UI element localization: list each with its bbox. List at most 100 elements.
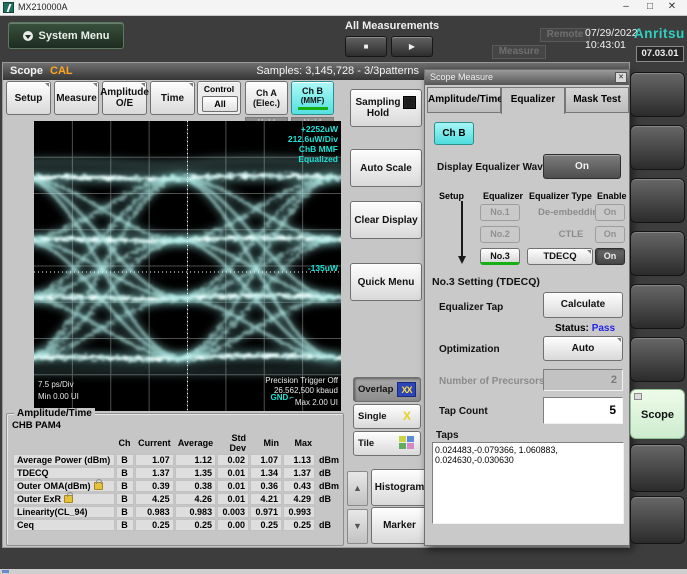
table-row: CeqB 0.250.25 0.000.25 0.25dB <box>13 519 342 531</box>
tab-equalizer[interactable]: Equalizer <box>501 87 565 114</box>
amplitude-time-group-title: Amplitude/Time <box>14 408 95 419</box>
gnd-marker-icon: GND <box>271 393 294 402</box>
scope-app-button[interactable]: Scope <box>630 389 685 439</box>
display-eq-on-button[interactable]: On <box>543 154 621 179</box>
down-arrow-icon: ▼ <box>353 521 362 531</box>
eq-no1-enable-button[interactable]: On <box>595 204 625 221</box>
single-view-button[interactable]: Single X <box>353 404 421 429</box>
header-ch: Ch <box>116 433 134 453</box>
channel-pam4-subtitle: CHB PAM4 <box>12 420 61 431</box>
eq-no3-type-button[interactable]: TDECQ <box>527 248 593 265</box>
precursors-label: Number of Precursors <box>439 376 545 387</box>
optimization-label: Optimization <box>439 344 500 355</box>
measure-indicator: Measure <box>492 45 546 59</box>
ch-b-button[interactable]: Ch B (MMF) <box>291 81 334 115</box>
equalizer-tap-label: Equalizer Tap <box>439 302 503 313</box>
enable-column-header: Enable <box>597 191 627 201</box>
rail-softkey-5[interactable] <box>630 284 685 329</box>
rail-softkey-7[interactable] <box>630 444 685 492</box>
scroll-up-button[interactable]: ▲ <box>347 471 368 506</box>
taps-textarea[interactable]: 0.024483,-0.079366, 1.060883, 0.024630,-… <box>432 442 624 524</box>
system-menu-button[interactable]: System Menu <box>8 22 124 49</box>
rail-softkey-2[interactable] <box>630 125 685 170</box>
stop-icon: ■ <box>364 42 369 51</box>
dialog-close-icon[interactable]: ✕ <box>615 72 627 83</box>
eye-equalized-label: Equalized <box>298 154 338 164</box>
table-row: Linearity(CL_94)B 0.9830.983 0.0030.971 … <box>13 506 342 518</box>
header-min: Min <box>250 433 282 453</box>
table-row: TDECQB 1.371.35 0.011.34 1.37dB <box>13 467 342 479</box>
table-row: Average Power (dBm)B 1.071.12 0.021.07 1… <box>13 454 342 466</box>
measure-button[interactable]: Measure <box>54 81 99 115</box>
eye-mid-level-label: -135uW <box>308 263 338 273</box>
rail-softkey-1[interactable] <box>630 72 685 117</box>
eq-no3-enable-button[interactable]: On <box>595 248 625 265</box>
setup-button[interactable]: Setup <box>6 81 51 115</box>
table-row: Outer OMA(dBm) B 0.390.38 0.010.36 0.43d… <box>13 480 342 492</box>
minimize-button[interactable]: – <box>617 1 635 14</box>
play-icon: ▶ <box>409 42 415 51</box>
scroll-down-button[interactable]: ▼ <box>347 509 368 544</box>
samples-counter: Samples: 3,145,728 - 3/3patterns <box>256 65 419 77</box>
setup-column-header: Setup <box>439 191 464 201</box>
amplitude-time-group: Amplitude/Time CHB PAM4 Ch Current Avera… <box>6 413 344 546</box>
max-ui-label: Max 2.00 UI <box>295 398 338 408</box>
eq-no2-enable-button[interactable]: On <box>595 226 625 243</box>
header-average: Average <box>175 433 216 453</box>
calculate-button[interactable]: Calculate <box>543 292 623 318</box>
eq-no3-button[interactable]: No.3 <box>480 248 520 265</box>
auto-scale-button[interactable]: Auto Scale <box>350 149 422 187</box>
control-ch-all-button[interactable]: All <box>202 96 238 112</box>
stop-button[interactable]: ■ <box>345 36 387 57</box>
sampling-hold-button[interactable]: Sampling Hold <box>350 89 422 127</box>
rail-softkey-6[interactable] <box>630 337 685 382</box>
table-header-row: Ch Current Average Std Dev Min Max <box>13 433 342 453</box>
precursors-field: 2 <box>543 369 623 391</box>
window-title: MX210000A <box>18 2 68 12</box>
quick-menu-button[interactable]: Quick Menu <box>350 263 422 301</box>
dialog-ch-b-button[interactable]: Ch B <box>434 122 474 145</box>
up-arrow-icon: ▲ <box>353 483 362 493</box>
status-line: Status: Pass <box>555 323 615 334</box>
eq-no2-button[interactable]: No.2 <box>480 226 520 243</box>
overlap-eye-icon: XX <box>397 382 416 397</box>
rail-softkey-4[interactable] <box>630 231 685 276</box>
cal-badge: CAL <box>50 65 73 77</box>
application-window: MX210000A – □ ✕ System Menu All Measurem… <box>0 0 687 574</box>
scope-title: Scope <box>10 65 43 77</box>
amplitude-oe-button[interactable]: Amplitude O/E <box>102 81 147 115</box>
ch-a-button[interactable]: Ch A (Elec.) <box>245 81 288 115</box>
taskbar-edge <box>0 569 687 574</box>
ch-b-active-underline <box>298 107 328 110</box>
trigger-status-label: Precision Trigger Off <box>265 376 338 386</box>
ch-b-sublabel: (MMF) <box>301 96 325 106</box>
tile-view-button[interactable]: Tile <box>353 431 421 456</box>
rail-softkey-8[interactable] <box>630 496 685 544</box>
date-time: 07/29/2022 10:43:01 <box>585 27 638 51</box>
tap-count-input[interactable]: 5 <box>543 397 623 424</box>
close-button[interactable]: ✕ <box>663 1 681 14</box>
setup-flow-arrow-icon <box>461 201 463 257</box>
ch-b-label: Ch B <box>302 86 323 96</box>
scope-app-mini-icon <box>634 393 642 400</box>
eq-no1-button[interactable]: No.1 <box>480 204 520 221</box>
histogram-button[interactable]: Histogram <box>371 469 428 506</box>
scope-panel: Scope CAL Samples: 3,145,728 - 3/3patter… <box>2 62 630 548</box>
tab-amplitude-time[interactable]: Amplitude/Time <box>427 87 501 113</box>
optimization-auto-button[interactable]: Auto <box>543 336 623 361</box>
overlap-view-button[interactable]: Overlap XX <box>353 377 421 402</box>
marker-button[interactable]: Marker <box>371 507 428 544</box>
time-scale-label: 7.5 ps/Div <box>38 380 74 390</box>
tile-grid-icon <box>399 436 416 451</box>
maximize-button[interactable]: □ <box>641 1 659 14</box>
tab-mask-test[interactable]: Mask Test <box>565 87 629 113</box>
taps-label: Taps <box>436 430 459 441</box>
play-button[interactable]: ▶ <box>391 36 433 57</box>
taskbar-icon <box>2 570 9 573</box>
clear-display-button[interactable]: Clear Display <box>350 201 422 239</box>
time-button[interactable]: Time <box>150 81 195 115</box>
table-row: Outer ExR B 4.254.26 0.014.21 4.29dB <box>13 493 342 505</box>
rail-softkey-3[interactable] <box>630 178 685 223</box>
header-stddev: Std Dev <box>217 433 249 453</box>
dialog-title-bar[interactable]: Scope Measure ✕ <box>425 70 629 85</box>
